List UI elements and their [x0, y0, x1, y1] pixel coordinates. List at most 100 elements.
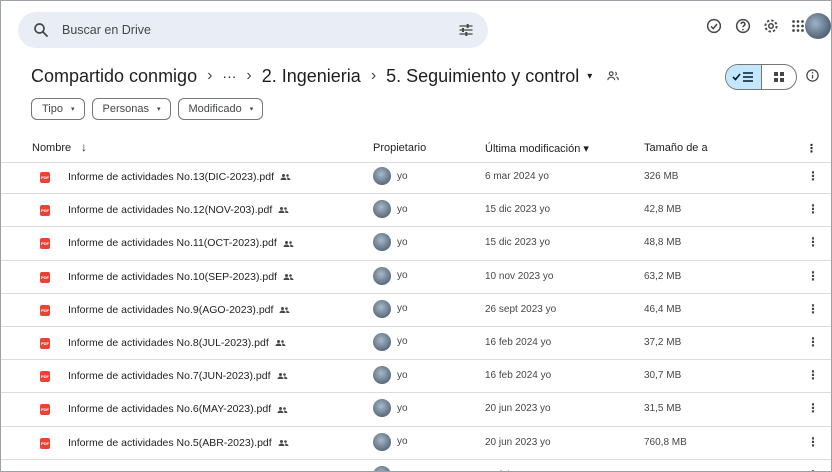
owner-avatar	[373, 200, 391, 219]
current-folder-name: 5. Seguimiento y control	[386, 65, 580, 86]
breadcrumb-ellipsis[interactable]: ···	[222, 68, 236, 84]
filter-type-chip[interactable]: Tipo ▾	[31, 98, 85, 120]
sort-arrow-icon[interactable]: ↓	[81, 140, 87, 154]
shared-people-icon	[283, 240, 294, 247]
last-modified: 20 jun 2023 yo	[485, 403, 551, 415]
last-modified: 6 mar 2024 yo	[485, 171, 549, 182]
file-name-cell[interactable]: Informe de actividades No.7(JUN-2023).pd…	[68, 370, 288, 382]
table-row[interactable]: PDF Informe de actividades No.10(SEP-202…	[1, 261, 831, 294]
grid-view-button[interactable]	[760, 65, 797, 89]
shared-people-icon	[277, 373, 288, 380]
pdf-file-icon: PDF	[40, 271, 50, 283]
table-row[interactable]: PDF Informe de actividades No.6(MAY-2023…	[1, 393, 831, 427]
file-name-cell[interactable]: Informe de actividades No.12(NOV-203).pd…	[68, 204, 289, 216]
shared-people-icon	[607, 71, 620, 81]
drive-window: Buscar en Drive Compartido conmigo › ···…	[0, 0, 832, 472]
filter-people-chip[interactable]: Personas ▾	[91, 98, 171, 120]
more-actions-icon[interactable]: ⋮	[807, 235, 819, 249]
last-modified: 10 nov 2023 yo	[485, 270, 554, 282]
owner-name: yo	[397, 336, 408, 348]
file-size: 37,2 MB	[644, 336, 682, 348]
last-modified: 16 feb 2024 yo	[485, 336, 552, 348]
owner-avatar	[373, 167, 391, 185]
file-name-cell[interactable]: Informe de actividades No.5(ABR-2023).pd…	[68, 437, 289, 449]
account-avatar[interactable]	[805, 13, 831, 39]
column-size-header[interactable]: Tamaño de a	[644, 142, 708, 154]
last-modified: 15 dic 2023 yo	[485, 204, 551, 216]
file-size: 48,8 MB	[644, 237, 682, 249]
column-owner-header[interactable]: Propietario	[373, 142, 426, 154]
breadcrumb-shared-with-me[interactable]: Compartido conmigo	[31, 66, 197, 87]
owner-cell: yo	[373, 366, 408, 385]
more-actions-icon[interactable]: ⋮	[807, 468, 819, 471]
file-name-cell[interactable]: Informe de actividades No.13(DIC-2023).p…	[68, 171, 291, 183]
tune-icon[interactable]	[458, 22, 474, 38]
breadcrumb-current-folder[interactable]: 5. Seguimiento y control ▾	[386, 66, 592, 87]
owner-avatar	[373, 332, 391, 351]
more-actions-icon[interactable]: ⋮	[807, 335, 819, 349]
more-actions-icon[interactable]: ⋮	[807, 269, 819, 283]
owner-cell: yo	[373, 399, 408, 418]
search-bar[interactable]: Buscar en Drive	[18, 12, 488, 48]
owner-cell: yo	[373, 299, 408, 318]
more-actions-icon[interactable]: ⋮	[807, 202, 819, 216]
table-row[interactable]: PDF Informe de actividades No.13(DIC-202…	[1, 161, 831, 195]
table-row[interactable]: PDF Informe de actividades No.7(JUN-2023…	[1, 360, 831, 394]
info-icon[interactable]	[805, 68, 820, 83]
table-row[interactable]: PDF Informe de actividades No.5(ABR-2023…	[1, 427, 831, 460]
table-row[interactable]: PDF Informe de actividades No.11(OCT-202…	[1, 227, 831, 261]
help-icon[interactable]	[734, 17, 752, 35]
filter-modified-chip[interactable]: Modificado ▾	[177, 98, 264, 120]
search-input[interactable]: Buscar en Drive	[62, 23, 151, 37]
owner-cell: yo	[373, 332, 408, 351]
shared-people-icon	[279, 306, 290, 313]
file-size: 63,2 MB	[644, 270, 682, 282]
more-actions-icon[interactable]: ⋮	[807, 435, 819, 449]
file-size: 42,8 MB	[644, 204, 682, 216]
chevron-down-icon: ▾	[587, 70, 593, 82]
offline-status-icon[interactable]	[705, 17, 723, 35]
pdf-file-icon: PDF	[40, 337, 50, 349]
shared-people-icon	[278, 439, 289, 446]
search-icon[interactable]	[32, 21, 50, 39]
owner-avatar	[373, 432, 391, 451]
chip-label: Personas	[102, 103, 149, 115]
more-actions-icon[interactable]: ⋮	[807, 401, 819, 415]
owner-name: yo	[397, 236, 408, 248]
top-bar: Buscar en Drive	[1, 1, 831, 53]
file-name-cell[interactable]: Informe de actividades No.9(AGO-2023).pd…	[68, 304, 290, 316]
file-name-cell[interactable]: Informe de actividades No.8(JUL-2023).pd…	[68, 337, 286, 349]
breadcrumb-ingenieria[interactable]: 2. Ingenieria	[262, 66, 361, 87]
shared-people-icon	[280, 174, 291, 181]
file-size: 31,5 MB	[644, 403, 682, 415]
more-actions-icon[interactable]: ⋮	[807, 368, 819, 382]
file-name-cell[interactable]: Informe de actividades No.10(SEP-2023).p…	[68, 271, 294, 283]
table-row[interactable]: PDF Informe de actividades No.9(AGO-2023…	[1, 294, 831, 327]
pdf-file-icon: PDF	[40, 238, 50, 250]
column-modified-header[interactable]: Última modificación ▾	[485, 142, 589, 155]
file-name: Informe de actividades No.5(ABR-2023).pd…	[68, 436, 272, 449]
column-options-icon[interactable]: ⋮	[806, 142, 817, 155]
gear-icon[interactable]	[762, 17, 780, 35]
file-name: Informe de actividades No.13(DIC-2023).p…	[68, 171, 275, 183]
more-actions-icon[interactable]: ⋮	[807, 169, 819, 183]
pdf-file-icon: PDF	[40, 205, 50, 217]
table-row[interactable]: PDF Informe de actividades No.4(MAR-2023…	[1, 460, 831, 471]
owner-name: yo	[397, 170, 408, 182]
list-view-button[interactable]	[726, 65, 761, 89]
owner-avatar	[373, 399, 391, 418]
more-actions-icon[interactable]: ⋮	[807, 302, 819, 316]
file-name-cell[interactable]: Informe de actividades No.11(OCT-2023).p…	[68, 237, 294, 249]
chevron-down-icon: ▾	[157, 106, 161, 113]
table-row[interactable]: PDF Informe de actividades No.8(JUL-2023…	[1, 327, 831, 361]
pdf-file-icon: PDF	[40, 172, 50, 183]
file-name: Informe de actividades No.12(NOV-203).pd…	[68, 204, 273, 217]
file-name-cell[interactable]: Informe de actividades No.6(MAY-2023).pd…	[68, 403, 288, 415]
column-name-header[interactable]: Nombre	[32, 142, 71, 154]
table-row[interactable]: PDF Informe de actividades No.12(NOV-203…	[1, 194, 831, 228]
last-modified: 16 feb 2024 yo	[485, 370, 552, 382]
filter-chips: Tipo ▾ Personas ▾ Modificado ▾	[31, 98, 264, 120]
chip-label: Modificado	[188, 103, 242, 115]
file-name: Informe de actividades No.6(MAY-2023).pd…	[68, 403, 272, 416]
shared-people-icon	[278, 207, 289, 214]
